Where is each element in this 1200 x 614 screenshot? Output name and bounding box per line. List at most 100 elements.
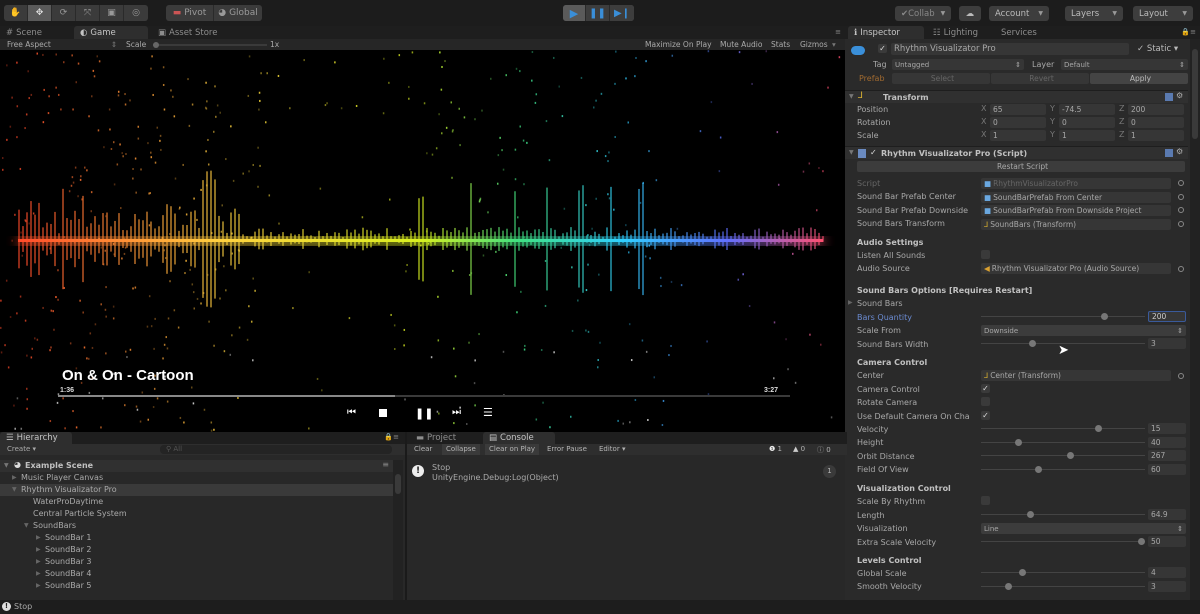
gear-icon[interactable]: ⚙ <box>1176 91 1183 100</box>
clear-on-play-toggle[interactable]: Clear on Play <box>485 444 540 455</box>
hierarchy-item[interactable]: ▼ SoundBars <box>0 520 393 532</box>
foldout-down-icon[interactable]: ▼ <box>12 486 17 493</box>
x-value-input[interactable]: 0 <box>990 117 1046 128</box>
scale-by-rhythm-checkbox[interactable] <box>981 496 990 505</box>
visualization-dropdown[interactable]: Line ⇕ <box>981 523 1186 534</box>
scene-row[interactable]: ▼ ◕ Example Scene ≡ <box>0 460 393 472</box>
panel-menu-icon[interactable]: ≡ <box>835 28 841 36</box>
gear-icon[interactable]: ⚙ <box>1176 147 1183 156</box>
error-pause-toggle[interactable]: Error Pause <box>543 445 591 453</box>
help-icon[interactable] <box>1165 93 1173 101</box>
hierarchy-item[interactable]: ▶ SoundBar 2 <box>0 544 393 556</box>
pause-icon[interactable]: ❚❚ <box>415 407 433 420</box>
tab-services[interactable]: Services <box>995 26 1065 39</box>
velocity-input[interactable]: 15 <box>1148 423 1186 434</box>
sound-bars-foldout[interactable]: Sound Bars <box>857 297 903 309</box>
foldout-right-icon[interactable]: ▶ <box>36 546 41 553</box>
x-value-input[interactable]: 1 <box>990 130 1046 141</box>
slider-knob[interactable] <box>1005 582 1012 590</box>
reference-field[interactable]: ⅃ SoundBars (Transform) <box>981 218 1171 230</box>
log-count-toggle[interactable]: ❶ 1 <box>769 445 782 453</box>
foldout-right-icon[interactable]: ▶ <box>36 558 41 565</box>
account-dropdown[interactable]: Account ▼ <box>989 6 1049 21</box>
global-scale-slider[interactable] <box>981 567 1145 579</box>
game-viewport[interactable]: On & On - Cartoon 1:36 3:27 ⏮ ❚❚ ⏭ ☰ <box>0 50 845 432</box>
height-input[interactable]: 40 <box>1148 436 1186 448</box>
slider-knob[interactable] <box>1094 425 1102 432</box>
tab-hierarchy[interactable]: ☰ Hierarchy <box>0 432 72 444</box>
restart-script-button[interactable]: Restart Script <box>857 161 1185 172</box>
scrollbar-thumb[interactable] <box>395 474 401 494</box>
velocity-slider[interactable] <box>981 423 1145 435</box>
audio-source-field[interactable]: ◀ Rhythm Visualizator Pro (Audio Source) <box>981 263 1171 274</box>
tab-asset-store[interactable]: ▣ Asset Store <box>152 26 242 39</box>
inspector-scrollbar[interactable] <box>1190 39 1200 600</box>
previous-track-icon[interactable]: ⏮ <box>347 407 356 418</box>
reference-field[interactable]: ■ SoundBarPrefab From Downside Project <box>981 205 1171 216</box>
hierarchy-item[interactable]: ▶ SoundBar 3 <box>0 556 393 568</box>
use-default-camera-checkbox[interactable]: ✓ <box>981 411 990 420</box>
tab-game[interactable]: ◐ Game <box>74 26 148 39</box>
hierarchy-item[interactable]: ▶ SoundBar 4 <box>0 568 393 580</box>
maximize-on-play-toggle[interactable]: Maximize On Play <box>645 40 712 49</box>
slider-knob[interactable] <box>1027 511 1035 518</box>
scale-slider-knob[interactable] <box>153 42 159 48</box>
camera-control-checkbox[interactable]: ✓ <box>981 384 990 393</box>
transform-header[interactable]: ▼ ⅃ Transform ⚙ <box>845 90 1188 103</box>
scrollbar-thumb[interactable] <box>1192 49 1198 139</box>
foldout-right-icon[interactable]: ▶ <box>36 582 41 589</box>
layer-dropdown[interactable]: Default ⇕ <box>1061 59 1188 70</box>
slider-knob[interactable] <box>1101 313 1108 320</box>
transform-tool-icon[interactable]: ◎ <box>124 5 148 21</box>
scene-menu-icon[interactable]: ≡ <box>382 460 389 469</box>
hierarchy-item[interactable]: ▶ SoundBar 1 <box>0 532 393 544</box>
foldout-right-icon[interactable]: ▶ <box>12 474 17 481</box>
object-picker-icon[interactable] <box>1178 207 1184 213</box>
lock-icon[interactable]: 🔒≡ <box>1181 28 1196 36</box>
z-value-input[interactable]: 0 <box>1128 117 1184 128</box>
help-icon[interactable] <box>1165 149 1173 157</box>
hierarchy-item[interactable]: ▼ Rhythm Visualizator Pro <box>0 484 393 496</box>
static-toggle[interactable]: ✓ Static ▾ <box>1137 44 1178 54</box>
pause-button[interactable]: ❚❚ <box>586 5 610 21</box>
object-picker-icon[interactable] <box>1178 193 1184 200</box>
length-slider[interactable] <box>981 509 1145 521</box>
listen-all-checkbox[interactable] <box>981 250 990 259</box>
hierarchy-scrollbar[interactable] <box>393 460 403 600</box>
warn-count-toggle[interactable]: ▲ 0 <box>793 445 805 453</box>
active-checkbox[interactable]: ✓ <box>878 44 887 53</box>
orbit-distance-slider[interactable] <box>981 450 1145 462</box>
prefab-select-button[interactable]: Select <box>892 73 990 84</box>
collab-dropdown[interactable]: ✔ Collab ▼ <box>895 6 951 21</box>
object-picker-icon[interactable] <box>1178 266 1184 272</box>
smooth-velocity-input[interactable]: 3 <box>1148 580 1186 592</box>
sound-bars-width-input[interactable]: 3 <box>1148 338 1186 349</box>
height-slider[interactable] <box>981 437 1145 449</box>
hierarchy-item[interactable]: ▶ SoundBar 5 <box>0 580 393 592</box>
slider-knob[interactable] <box>1019 569 1027 576</box>
y-value-input[interactable]: -74.5 <box>1059 104 1115 115</box>
scale-slider[interactable] <box>153 42 267 48</box>
mute-audio-toggle[interactable]: Mute Audio <box>720 40 762 49</box>
console-log-entry[interactable]: ! Stop UnityEngine.Debug:Log(Object) 1 <box>407 463 847 487</box>
tab-inspector[interactable]: ℹ Inspector <box>848 26 924 39</box>
collapse-toggle[interactable]: Collapse <box>442 444 480 455</box>
tab-console[interactable]: ▤ Console <box>483 432 555 444</box>
object-picker-icon[interactable] <box>1178 180 1184 186</box>
scale-tool-icon[interactable]: ⤧ <box>76 5 100 21</box>
rect-tool-icon[interactable]: ▣ <box>100 5 124 21</box>
center-field[interactable]: ⅃ Center (Transform) <box>981 370 1171 381</box>
prefab-revert-button[interactable]: Revert <box>991 73 1089 84</box>
foldout-right-icon[interactable]: ▶ <box>36 570 41 577</box>
hierarchy-item[interactable]: ▶ Music Player Canvas <box>0 472 393 484</box>
stats-toggle[interactable]: Stats <box>771 40 790 49</box>
progress-track[interactable] <box>58 395 790 397</box>
scale-from-dropdown[interactable]: Downside ⇕ <box>981 325 1186 336</box>
step-button[interactable]: ▶❙ <box>610 5 634 21</box>
tab-lighting[interactable]: ☷ Lighting <box>927 26 997 39</box>
hierarchy-item[interactable]: Central Particle System <box>0 508 393 520</box>
rotate-tool-icon[interactable]: ⟳ <box>52 5 76 21</box>
hand-tool-icon[interactable]: ✋ <box>4 5 28 21</box>
hierarchy-search-input[interactable]: ⚲ All <box>160 445 392 454</box>
tab-scene[interactable]: # Scene <box>0 26 72 39</box>
